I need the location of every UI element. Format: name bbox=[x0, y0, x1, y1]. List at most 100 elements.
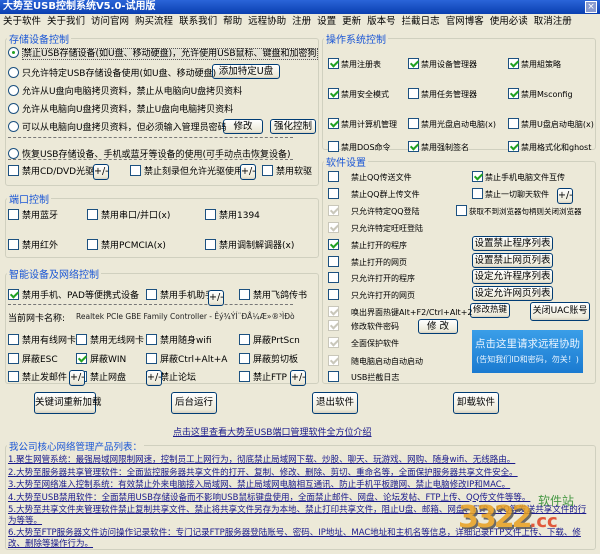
menu-item[interactable]: 远程协助 bbox=[245, 14, 289, 29]
menu-item[interactable]: 版本号 bbox=[364, 14, 399, 29]
intro-link[interactable]: 点击这里查看大势至USB端口管理软件全方位介绍 bbox=[173, 425, 371, 438]
floppy-checkbox[interactable]: 禁用软驱 bbox=[262, 164, 312, 177]
storage-radio[interactable]: 禁止USB存储设备(如U盘、移动硬盘)，允许使用USB鼠标、键盘和加密狗 bbox=[8, 46, 318, 60]
os-checkbox-label: 禁用安全模式 bbox=[341, 90, 389, 99]
os-checkbox[interactable]: 禁用光盘启动电脑(x) bbox=[408, 118, 496, 130]
list-settings-button[interactable]: 设置禁止网页列表 bbox=[472, 253, 553, 268]
modify-password-button[interactable]: 修 改 bbox=[418, 319, 458, 334]
smart-checkbox[interactable]: 屏蔽ESC bbox=[8, 352, 58, 365]
port-checkbox[interactable]: 禁用PCMCIA(x) bbox=[87, 238, 166, 251]
software-checkbox[interactable]: 获取不到浏览器句柄则关闭浏览器 bbox=[456, 205, 582, 217]
os-checkbox[interactable]: 禁用U盘启动电脑(x) bbox=[508, 118, 594, 130]
action-button[interactable]: 关键词重新加载 bbox=[34, 392, 102, 414]
port-checkbox[interactable]: 禁用红外 bbox=[8, 238, 58, 251]
software-checkbox[interactable]: 随电脑启动自动启动 bbox=[328, 355, 423, 367]
menu-item[interactable]: 购买流程 bbox=[132, 14, 176, 29]
smart-checkbox[interactable]: 禁止发邮件 bbox=[8, 370, 67, 383]
phone-checkbox[interactable]: 禁用手机、PAD等便携式设备 bbox=[8, 288, 139, 301]
burn-checkbox[interactable]: 禁止刻录但允许光驱使用 bbox=[130, 164, 243, 177]
smart-checkbox[interactable]: 禁用无线网卡 bbox=[76, 333, 144, 346]
action-button[interactable]: 卸载软件 bbox=[453, 392, 499, 414]
remote-assist-button[interactable]: 点击这里请求远程协助 (告知我们ID和密码，勿关！) bbox=[472, 330, 583, 373]
software-checkbox[interactable]: 禁止一切聊天软件 bbox=[472, 188, 549, 200]
menu-item[interactable]: 设置 bbox=[314, 14, 339, 29]
software-checkbox[interactable]: 只允许特定QQ登陆 bbox=[328, 205, 420, 217]
storage-radio[interactable]: 可以从电脑向U盘拷贝资料，但必须输入管理员密码 bbox=[8, 120, 227, 133]
os-checkbox[interactable]: 禁用格式化和ghost bbox=[508, 141, 591, 153]
modify-hotkey-button[interactable]: 修改热键 bbox=[470, 303, 510, 318]
software-checkbox[interactable]: 禁止QQ传送文件 bbox=[328, 171, 412, 183]
menu-item[interactable]: 联系我们 bbox=[176, 14, 220, 29]
os-checkbox[interactable]: 禁用Msconfig bbox=[508, 88, 573, 100]
smart-checkbox[interactable]: 屏蔽WIN bbox=[76, 352, 126, 365]
menu-item[interactable]: 官网博客 bbox=[443, 14, 487, 29]
list-settings-button[interactable]: 设定允许程序列表 bbox=[472, 269, 553, 284]
product-link[interactable]: 1.聚生网管系统：最强局域网限制网速，控制员工上网行为，彻底禁止局域网下载、炒股… bbox=[8, 455, 592, 466]
menu-item[interactable]: 拦截日志 bbox=[399, 14, 443, 29]
os-checkbox-label: 禁用DOS命令 bbox=[341, 143, 391, 152]
port-checkbox[interactable]: 禁用调制解调器(x) bbox=[205, 238, 294, 251]
plus-minus-button[interactable]: +/- bbox=[290, 370, 306, 386]
menu-item[interactable]: 更新 bbox=[339, 14, 364, 29]
plus-minus-button[interactable]: +/- bbox=[146, 370, 162, 386]
plus-minus-button[interactable]: +/- bbox=[208, 290, 224, 306]
smart-checkbox[interactable]: 禁用有线网卡 bbox=[8, 333, 76, 346]
menu-item[interactable]: 关于软件 bbox=[0, 14, 44, 29]
menu-item[interactable]: 注册 bbox=[289, 14, 314, 29]
phone-helper-checkbox[interactable]: 禁用手机助手 bbox=[146, 288, 214, 301]
product-link[interactable]: 3.大势至网络准入控制系统：有效禁止外来电脑接入局域网、禁止局域网电脑相互通讯、… bbox=[8, 480, 592, 491]
smart-checkbox[interactable]: 屏蔽PrtScn bbox=[239, 333, 300, 346]
os-checkbox[interactable]: 禁用强制签名 bbox=[408, 141, 469, 153]
software-checkbox[interactable]: USB拦截日志 bbox=[328, 371, 399, 383]
enhance-control-button[interactable]: 强化控制 bbox=[270, 119, 316, 134]
smart-checkbox[interactable]: 屏蔽剪切板 bbox=[239, 352, 298, 365]
smart-checkbox[interactable]: 禁止FTP bbox=[239, 370, 287, 383]
os-checkbox[interactable]: 禁用組策略 bbox=[508, 58, 561, 70]
os-checkbox[interactable]: 禁用注册表 bbox=[328, 58, 381, 70]
close-button[interactable]: × bbox=[585, 1, 597, 13]
product-link[interactable]: 2.大势至服务器共享管理软件：全面监控服务器共享文件的打开、复制、修改、删除、剪… bbox=[8, 468, 592, 479]
add-usb-button[interactable]: 添加特定U盘 bbox=[212, 64, 280, 79]
port-checkbox[interactable]: 禁用串口/并口(x) bbox=[87, 208, 170, 221]
plus-minus-button[interactable]: +/- bbox=[240, 164, 256, 180]
os-checkbox[interactable]: 禁用设备管理器 bbox=[408, 58, 477, 70]
software-checkbox[interactable]: 禁止手机电脑文件互传 bbox=[472, 171, 565, 183]
storage-radio[interactable]: 允许从电脑向U盘拷贝资料，禁止U盘向电脑拷贝资料 bbox=[8, 102, 233, 115]
close-uac-button[interactable]: 关闭UAC账号 bbox=[530, 302, 590, 321]
action-button[interactable]: 后台运行 bbox=[171, 392, 217, 414]
storage-radio[interactable]: 恢复USB存储设备、手机或蓝牙等设备的使用(可手动点击恢复设备) bbox=[8, 147, 291, 160]
storage-radio[interactable]: 只允许特定USB存储设备使用(如U盘、移动硬盘) bbox=[8, 66, 216, 79]
software-checkbox[interactable]: 只允许打开的程序 bbox=[328, 272, 415, 284]
smart-checkbox[interactable]: 禁用随身wifi bbox=[146, 333, 212, 346]
software-checkbox[interactable]: 禁止打开的程序 bbox=[328, 239, 407, 251]
os-checkbox[interactable]: 禁用DOS命令 bbox=[328, 141, 391, 153]
modify-button[interactable]: 修改 bbox=[223, 119, 263, 134]
plus-minus-button[interactable]: +/- bbox=[69, 370, 85, 386]
list-settings-button[interactable]: 设定允许网页列表 bbox=[472, 286, 553, 301]
storage-radio[interactable]: 允许从U盘向电脑拷贝资料，禁止从电脑向U盘拷贝资料 bbox=[8, 84, 242, 97]
plus-minus-button[interactable]: +/- bbox=[93, 164, 109, 180]
software-checkbox[interactable]: 唤出界面热键Alt+F2/Ctrl+Alt+2 bbox=[328, 306, 472, 318]
smart-checkbox[interactable]: 屏蔽Ctrl+Alt+A bbox=[146, 352, 227, 365]
plus-minus-button[interactable]: +/- bbox=[557, 188, 573, 204]
action-button[interactable]: 退出软件 bbox=[312, 392, 358, 414]
menu-item[interactable]: 帮助 bbox=[220, 14, 245, 29]
menu-item[interactable]: 访问官网 bbox=[88, 14, 132, 29]
menu-item[interactable]: 使用必读 bbox=[487, 14, 531, 29]
list-settings-button[interactable]: 设置禁止程序列表 bbox=[472, 236, 553, 251]
os-checkbox[interactable]: 禁用计算机管理 bbox=[328, 118, 397, 130]
port-checkbox[interactable]: 禁用蓝牙 bbox=[8, 208, 58, 221]
os-checkbox[interactable]: 禁用任务管理器 bbox=[408, 88, 477, 100]
software-checkbox[interactable]: 只允许打开的网页 bbox=[328, 289, 415, 301]
feige-checkbox[interactable]: 禁用飞鸽传书 bbox=[239, 288, 307, 301]
os-checkbox[interactable]: 禁用安全模式 bbox=[328, 88, 389, 100]
cd-dvd-checkbox[interactable]: 禁用CD/DVD光驱 bbox=[8, 164, 94, 177]
software-checkbox[interactable]: 修改软件密码 bbox=[328, 320, 399, 332]
software-checkbox[interactable]: 只允许特定旺旺登陆 bbox=[328, 222, 423, 234]
menu-item[interactable]: 取消注册 bbox=[531, 14, 575, 29]
software-checkbox[interactable]: 全面保护软件 bbox=[328, 337, 399, 349]
menu-item[interactable]: 关于我们 bbox=[44, 14, 88, 29]
software-checkbox[interactable]: 禁止QQ群上传文件 bbox=[328, 188, 420, 200]
software-checkbox[interactable]: 禁止打开的网页 bbox=[328, 256, 407, 268]
port-checkbox[interactable]: 禁用1394 bbox=[205, 208, 260, 221]
